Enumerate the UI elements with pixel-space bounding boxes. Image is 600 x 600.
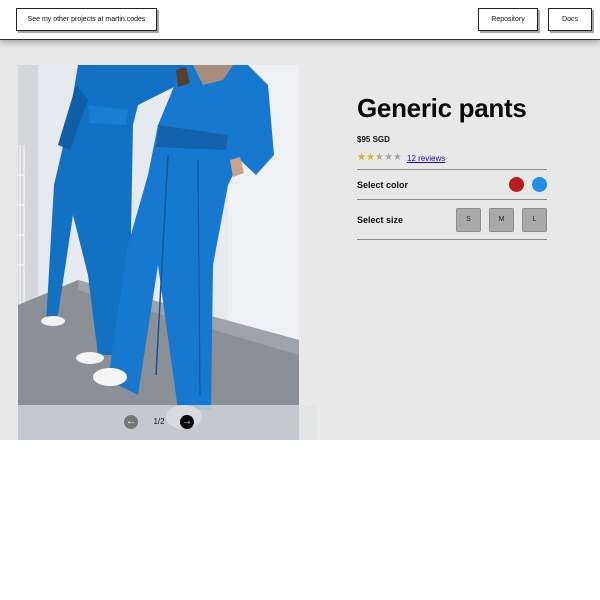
arrow-left-icon: ← bbox=[126, 416, 136, 427]
size-selector-row: Select size SML bbox=[357, 199, 547, 240]
star-icon: ★ bbox=[366, 152, 375, 163]
top-navigation-bar: See my other projects at martin.codes Re… bbox=[0, 0, 600, 40]
reviews-link[interactable]: 12 reviews bbox=[407, 154, 445, 163]
image-page-indicator: 1/2 bbox=[153, 417, 165, 426]
color-selector-row: Select color bbox=[357, 169, 547, 199]
size-button-s[interactable]: S bbox=[456, 208, 481, 232]
color-swatches bbox=[509, 177, 547, 192]
previous-image-button[interactable]: ← bbox=[124, 415, 138, 429]
product-photo bbox=[18, 65, 299, 440]
color-swatch-red[interactable] bbox=[509, 177, 524, 192]
repository-button[interactable]: Repository bbox=[478, 8, 538, 31]
product-price: $95 SGD bbox=[357, 135, 390, 144]
carousel-controls: ← 1/2 → bbox=[18, 405, 299, 440]
arrow-right-icon: → bbox=[182, 416, 192, 427]
other-projects-link[interactable]: See my other projects at martin.codes bbox=[16, 8, 157, 31]
star-icon: ★ bbox=[357, 152, 366, 163]
next-image-button[interactable]: → bbox=[180, 415, 194, 429]
color-swatch-blue[interactable] bbox=[532, 177, 547, 192]
product-title: Generic pants bbox=[357, 93, 527, 123]
select-size-label: Select size bbox=[357, 214, 404, 225]
select-color-label: Select color bbox=[357, 179, 409, 190]
star-icon: ★ bbox=[375, 152, 384, 163]
size-button-m[interactable]: M bbox=[489, 208, 514, 232]
carousel-bar-extension bbox=[299, 405, 317, 440]
rating-row: ★ ★ ★ ★ ★ 12 reviews bbox=[357, 152, 547, 164]
rating-stars: ★ ★ ★ ★ ★ bbox=[357, 153, 402, 163]
product-page: ← 1/2 → Generic pants $95 SGD ★ ★ ★ ★ ★ 12 r… bbox=[0, 40, 600, 440]
docs-button[interactable]: Docs bbox=[548, 8, 592, 31]
star-icon: ★ bbox=[393, 152, 402, 163]
product-image-gallery: ← 1/2 → bbox=[18, 65, 299, 440]
product-info-panel: Generic pants $95 SGD ★ ★ ★ ★ ★ 12 reviews S… bbox=[357, 92, 547, 240]
star-icon: ★ bbox=[384, 152, 393, 163]
size-button-l[interactable]: L bbox=[522, 208, 547, 232]
size-options: SML bbox=[456, 208, 547, 232]
